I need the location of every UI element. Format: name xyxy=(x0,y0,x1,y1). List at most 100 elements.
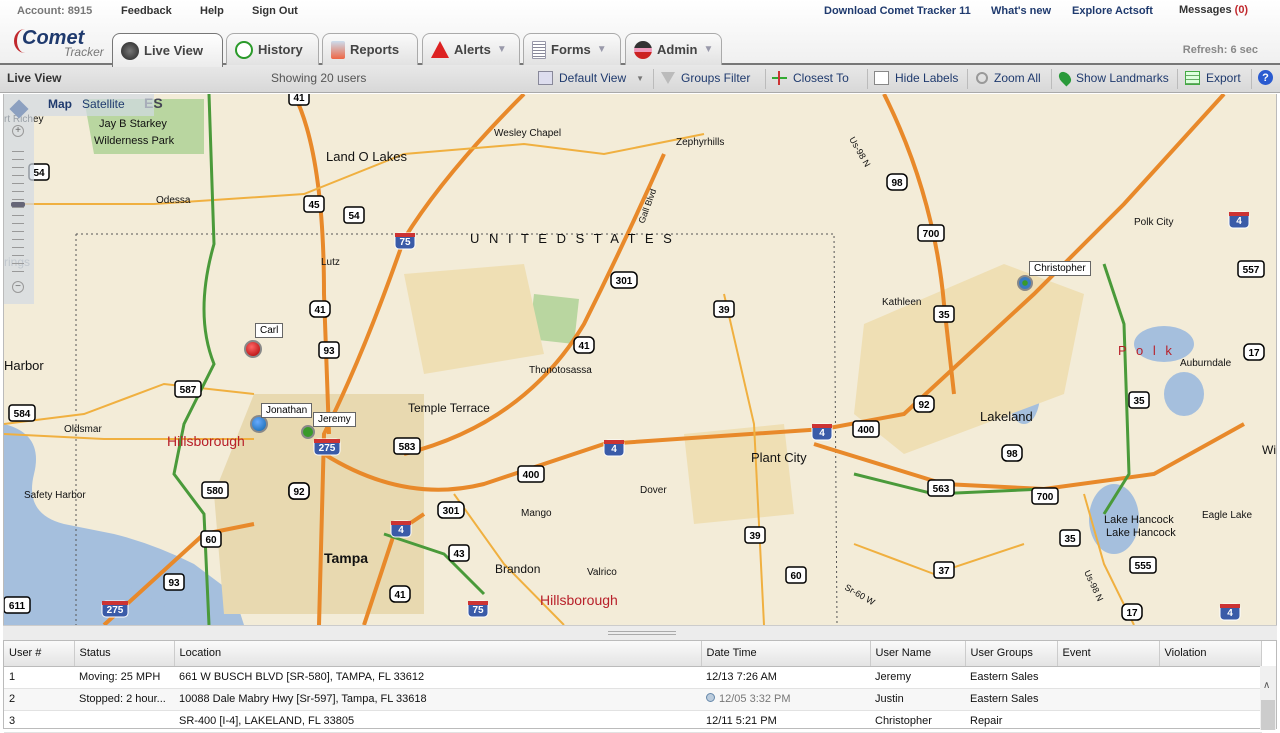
place-label: Plant City xyxy=(751,450,807,465)
route-number: 60 xyxy=(790,571,802,582)
place-label: Kathleen xyxy=(882,297,921,308)
groups-filter-button[interactable]: Groups Filter xyxy=(661,71,750,85)
zoom-slider[interactable] xyxy=(12,144,24,279)
help-link[interactable]: Help xyxy=(200,5,224,17)
help-icon[interactable]: ? xyxy=(1258,70,1273,85)
download-link[interactable]: Download Comet Tracker 11 xyxy=(824,5,971,17)
state-route-shield-icon: 60 xyxy=(200,530,222,548)
col-user-number[interactable]: User # xyxy=(4,641,75,667)
table-row[interactable]: 1 Moving: 25 MPH 661 W BUSCH BLVD [SR-580]… xyxy=(4,666,1262,689)
tab-forms[interactable]: Forms ▼ xyxy=(523,33,621,65)
crosshair-icon xyxy=(772,71,787,85)
panel-splitter[interactable] xyxy=(3,625,1277,640)
route-number: 35 xyxy=(1133,396,1145,407)
export-button[interactable]: Export xyxy=(1185,71,1241,85)
table-row[interactable]: 2 Stopped: 2 hour... 10088 Dale Mabry Hwy … xyxy=(4,688,1262,711)
route-number: 4 xyxy=(1236,216,1242,227)
road-label: Us-98 N xyxy=(847,135,872,169)
col-event[interactable]: Event xyxy=(1057,641,1160,667)
hide-labels-button[interactable]: Hide Labels xyxy=(874,71,958,85)
route-number: 39 xyxy=(749,531,761,542)
map-view[interactable]: Jay B Starkey Wilderness Park Land O Lak… xyxy=(3,94,1277,625)
route-number: 75 xyxy=(399,237,411,248)
state-route-shield-icon: 557 xyxy=(1237,260,1265,278)
col-violation[interactable]: Violation xyxy=(1159,641,1262,667)
state-route-shield-icon: 41 xyxy=(288,94,310,106)
route-number: 41 xyxy=(394,590,406,601)
route-number: 54 xyxy=(348,211,360,222)
route-number: 4 xyxy=(611,444,617,455)
col-date-time[interactable]: Date Time xyxy=(701,641,871,667)
messages-link[interactable]: Messages (0) xyxy=(1179,4,1248,16)
zoom-all-button[interactable]: Zoom All xyxy=(976,71,1041,85)
zoom-out-button[interactable]: − xyxy=(12,281,24,293)
chevron-down-icon: ▼ xyxy=(596,44,607,55)
tab-alerts[interactable]: Alerts ▼ xyxy=(422,33,520,65)
col-user-groups[interactable]: User Groups xyxy=(965,641,1058,667)
spreadsheet-icon xyxy=(1185,71,1200,85)
cell-group: Eastern Sales xyxy=(965,666,1057,689)
route-number: 400 xyxy=(858,425,875,436)
cell-datetime: 12/13 7:26 AM xyxy=(701,666,870,689)
marker-carl[interactable] xyxy=(244,340,262,358)
urban-area xyxy=(404,264,544,374)
col-location[interactable]: Location xyxy=(174,641,702,667)
cell-violation xyxy=(1159,666,1262,689)
show-landmarks-button[interactable]: Show Landmarks xyxy=(1056,69,1169,87)
closest-to-button[interactable]: Closest To xyxy=(772,71,849,85)
interstate-shield-icon: 4 xyxy=(1219,603,1241,621)
place-label: Brandon xyxy=(495,562,540,576)
marker-label: Jeremy xyxy=(313,412,356,427)
route-number: 275 xyxy=(319,443,336,454)
route-number: 93 xyxy=(323,346,335,357)
state-route-shield-icon: 35 xyxy=(933,305,955,323)
zoom-slider-handle[interactable] xyxy=(11,202,25,207)
tab-history[interactable]: History xyxy=(226,33,319,65)
cell-status: Stopped: 2 hour... xyxy=(74,688,174,711)
col-user-name[interactable]: User Name xyxy=(870,641,966,667)
state-route-shield-icon: 400 xyxy=(517,465,545,483)
interstate-shield-icon: 4 xyxy=(811,423,833,441)
chevron-down-icon: ▼ xyxy=(636,73,645,83)
showing-count: Showing 20 users xyxy=(271,71,367,85)
grid-scrollbar[interactable]: ∧ xyxy=(1260,666,1276,730)
marker-christopher[interactable] xyxy=(1017,275,1033,291)
state-route-shield-icon: 45 xyxy=(303,195,325,213)
feedback-link[interactable]: Feedback xyxy=(121,5,172,17)
route-number: 35 xyxy=(1064,534,1076,545)
col-status[interactable]: Status xyxy=(74,641,175,667)
route-number: 4 xyxy=(819,428,825,439)
place-label: Tampa xyxy=(324,550,368,566)
tab-admin[interactable]: Admin ▼ xyxy=(625,33,722,65)
state-route-shield-icon: 60 xyxy=(785,566,807,584)
tab-live-view[interactable]: Live View xyxy=(112,33,223,67)
whats-new-link[interactable]: What's new xyxy=(991,5,1051,17)
route-number: 41 xyxy=(293,94,305,104)
view-title: Live View xyxy=(7,71,62,85)
state-route-shield-icon: 563 xyxy=(927,479,955,497)
map-type-control: Map Satellite xyxy=(34,94,154,116)
state-route-shield-icon: 93 xyxy=(318,341,340,359)
cell-violation xyxy=(1159,688,1262,711)
cell-event xyxy=(1057,666,1159,689)
zoom-in-button[interactable]: + xyxy=(12,125,24,137)
explore-link[interactable]: Explore Actsoft xyxy=(1072,5,1153,17)
interstate-shield-icon: 75 xyxy=(394,232,416,250)
map-type-map[interactable]: Map xyxy=(48,97,72,111)
default-view-dropdown[interactable]: Default View ▼ xyxy=(538,71,644,85)
route-number: 54 xyxy=(33,168,45,179)
sign-out-link[interactable]: Sign Out xyxy=(252,5,298,17)
tab-reports[interactable]: Reports xyxy=(322,33,418,65)
state-route-shield-icon: 580 xyxy=(201,481,229,499)
us-route-shield-icon: 41 xyxy=(389,585,411,603)
chevron-down-icon: ▼ xyxy=(703,44,714,55)
route-number: 17 xyxy=(1248,348,1260,359)
gauge-icon xyxy=(121,41,139,60)
marker-jeremy[interactable] xyxy=(301,425,315,439)
route-number: 275 xyxy=(107,605,124,616)
map-nav-control[interactable]: + − xyxy=(4,94,34,304)
map-type-satellite[interactable]: Satellite xyxy=(82,97,125,111)
cell-num: 1 xyxy=(4,666,74,689)
place-label: Lake Hancock xyxy=(1104,514,1174,526)
pan-control-icon[interactable] xyxy=(9,99,29,119)
